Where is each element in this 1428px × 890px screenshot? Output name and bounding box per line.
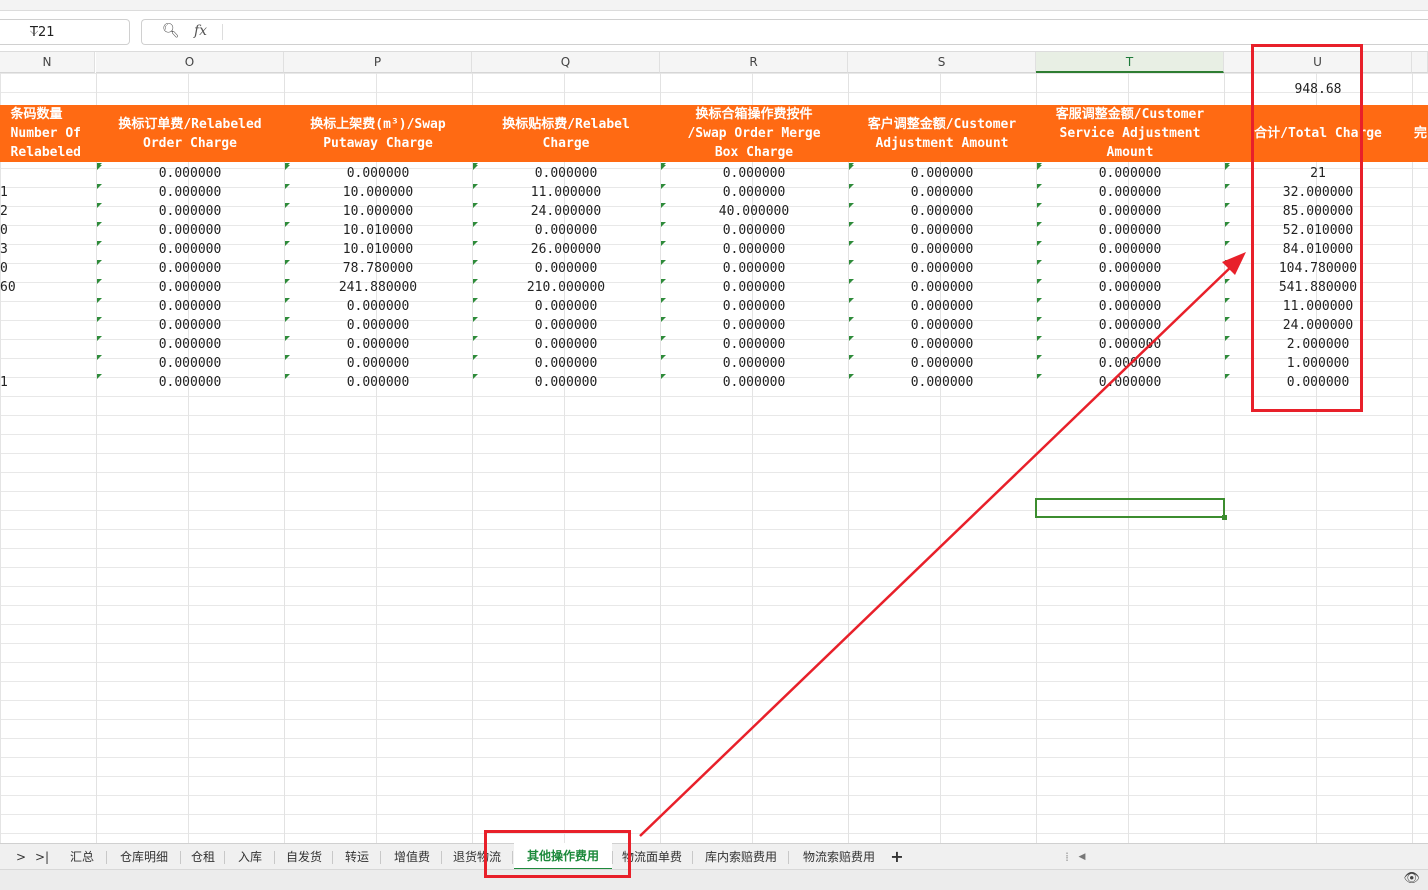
- arrow-line: [639, 263, 1235, 837]
- annotation-arrow: [639, 252, 1246, 837]
